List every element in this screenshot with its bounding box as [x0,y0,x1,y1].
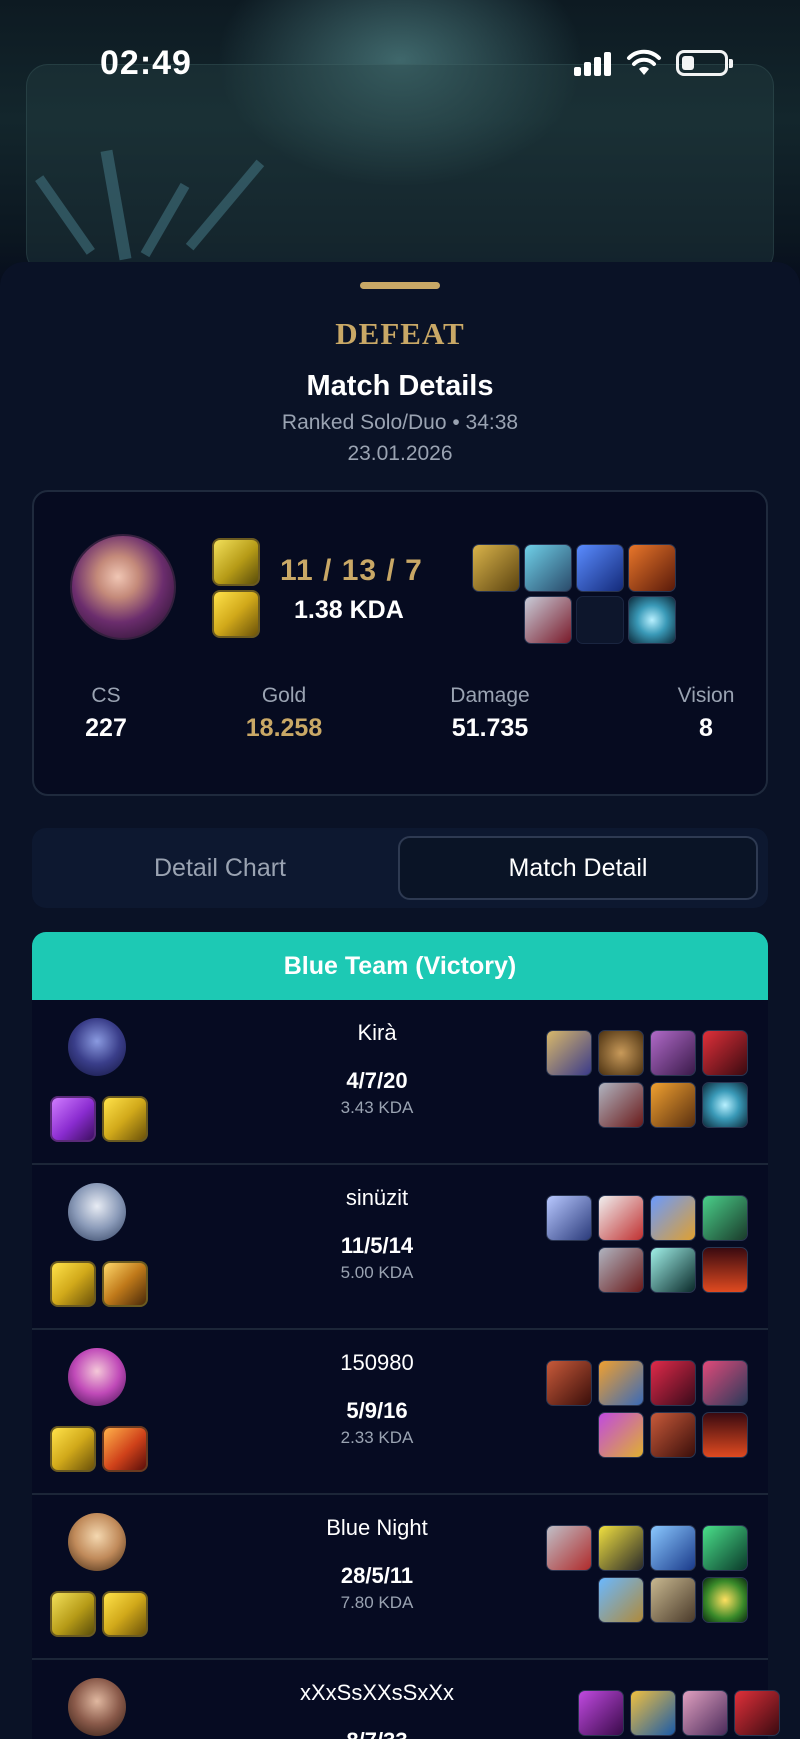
item-icon [598,1195,644,1241]
queue-duration: Ranked Solo/Duo • 34:38 [281,411,519,434]
player-name: sinüzit [345,1185,409,1210]
item-icon [650,1360,696,1406]
empty-item-slot [576,596,624,644]
player-kda: 11 / 13 / 7 [280,554,423,587]
item-icon [650,1577,696,1623]
player-kda-ratio: 5.00 KDA [340,1263,414,1282]
stat-vision: Vision 8 [677,684,735,742]
item-icon [682,1690,728,1736]
item-icon [546,1525,592,1571]
flash-spell-icon [50,1426,96,1472]
item-icon [650,1247,696,1293]
item-icon [524,544,572,592]
item-icon [734,1690,780,1736]
champion-avatar [70,534,176,640]
oracle-lens-icon [702,1412,748,1458]
champion-icon [68,1348,126,1406]
status-time: 02:49 [100,44,192,82]
item-icon [546,1030,592,1076]
cellular-signal-icon [574,50,612,76]
team-player-row[interactable]: xXxSsXXsSxXx 8/7/33 [32,1660,780,1739]
item-icon [598,1525,644,1571]
player-summary-card: 11 / 13 / 7 1.38 KDA CS 227 Gold 18.258 … [32,490,768,796]
item-icon [702,1195,748,1241]
player-name: xXxSsXXsSxXx [299,1680,455,1705]
player-kda-ratio: 7.80 KDA [340,1593,414,1612]
item-icon [650,1525,696,1571]
sheet-drag-handle[interactable] [360,282,440,289]
summoner-spell-icon [212,538,260,586]
item-icon [578,1690,624,1736]
champion-icon [68,1513,126,1571]
flash-spell-icon [102,1591,148,1637]
oracle-lens-icon [702,1247,748,1293]
team-player-row[interactable]: Blue Night 28/5/11 7.80 KDA [32,1495,768,1660]
team-player-row[interactable]: sinüzit 11/5/14 5.00 KDA [32,1165,768,1330]
item-icon [650,1030,696,1076]
ward-trinket-icon [628,596,676,644]
player-name: 150980 [340,1350,414,1375]
summoner-spell-icon [102,1261,148,1307]
team-player-row[interactable]: 150980 5/9/16 2.33 KDA [32,1330,768,1495]
tab-detail-chart[interactable]: Detail Chart [40,836,400,900]
team-header: Blue Team (Victory) [32,932,768,1000]
item-icon [546,1360,592,1406]
flash-spell-icon [50,1261,96,1307]
match-result: DEFEAT [335,316,465,351]
item-icon [650,1082,696,1128]
item-icon [650,1195,696,1241]
champion-icon [68,1678,126,1736]
tab-match-detail[interactable]: Match Detail [398,836,758,900]
view-tabs: Detail Chart Match Detail [32,828,768,908]
item-icon [598,1030,644,1076]
player-kda: 11/5/14 [340,1233,414,1258]
item-icon [702,1577,748,1623]
player-kda: 8/7/33 [252,1728,502,1739]
item-icon [598,1247,644,1293]
player-name: Blue Night [326,1515,428,1540]
player-name: Kirà [357,1020,397,1045]
champion-icon [68,1018,126,1076]
item-icon [628,544,676,592]
item-icon [472,544,520,592]
status-bar: 02:49 [0,0,800,130]
blue-team-section: Blue Team (Victory) Kirà 4/7/20 3.43 KDA… [32,932,780,1739]
stat-gold: Gold 18.258 [245,684,323,742]
item-icon [702,1360,748,1406]
battery-icon [676,50,733,76]
item-icon [546,1195,592,1241]
wifi-icon [627,49,661,75]
flash-spell-icon [212,590,260,638]
flash-spell-icon [102,1096,148,1142]
player-kda: 28/5/11 [340,1563,414,1588]
ward-trinket-icon [702,1082,748,1128]
item-icon [598,1082,644,1128]
summoner-spell-icon [50,1096,96,1142]
player-kda-ratio: 1.38 KDA [294,596,404,624]
item-icon [702,1030,748,1076]
item-icon [576,544,624,592]
stat-cs: CS 227 [85,684,127,742]
stat-damage: Damage 51.735 [450,684,530,742]
player-kda: 5/9/16 [346,1398,408,1423]
player-kda-ratio: 3.43 KDA [340,1098,414,1117]
item-icon [598,1577,644,1623]
match-date: 23.01.2026 [347,442,453,465]
player-kda: 4/7/20 [346,1068,408,1093]
item-icon [598,1412,644,1458]
page-title: Match Details [306,370,494,402]
item-icon [650,1412,696,1458]
item-icon [598,1360,644,1406]
summoner-spell-icon [50,1591,96,1637]
item-icon [630,1690,676,1736]
item-icon [524,596,572,644]
team-player-row[interactable]: Kirà 4/7/20 3.43 KDA [32,1000,768,1165]
item-icon [702,1525,748,1571]
champion-icon [68,1183,126,1241]
player-kda-ratio: 2.33 KDA [340,1428,414,1447]
ignite-spell-icon [102,1426,148,1472]
